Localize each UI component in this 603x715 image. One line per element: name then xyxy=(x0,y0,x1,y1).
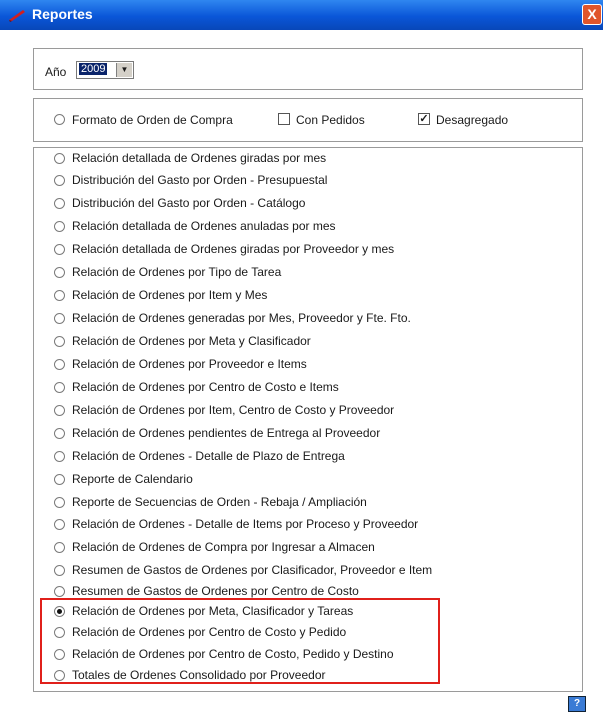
highlight-box xyxy=(40,598,440,684)
report-option-label: Relación de Ordenes pendientes de Entreg… xyxy=(72,426,381,440)
report-radio[interactable] xyxy=(54,198,65,209)
report-radio[interactable] xyxy=(54,497,65,508)
report-radio[interactable] xyxy=(54,175,65,186)
report-radio[interactable] xyxy=(54,267,65,278)
chevron-down-icon[interactable]: ▼ xyxy=(116,63,132,77)
report-radio[interactable] xyxy=(54,313,65,324)
report-radio[interactable] xyxy=(54,359,65,370)
year-label: Año xyxy=(45,65,67,79)
report-radio[interactable] xyxy=(54,542,65,553)
report-option-label: Distribución del Gasto por Orden - Presu… xyxy=(72,173,328,187)
report-option-label: Relación detallada de Ordenes giradas po… xyxy=(72,242,395,256)
report-option-label: Reporte de Secuencias de Orden - Rebaja … xyxy=(72,495,367,509)
report-radio[interactable] xyxy=(54,519,65,530)
year-select[interactable]: 2009 ▼ xyxy=(76,61,134,79)
report-option-label: Resumen de Gastos de Ordenes por Centro … xyxy=(72,584,359,598)
report-option-label: Relación de Ordenes por Proveedor e Item… xyxy=(72,357,307,371)
close-button[interactable]: X xyxy=(582,4,602,25)
report-option-label: Relación de Ordenes por Item, Centro de … xyxy=(72,403,395,417)
report-radio[interactable] xyxy=(54,405,65,416)
report-option-label: Reporte de Calendario xyxy=(72,472,193,486)
report-radio[interactable] xyxy=(54,221,65,232)
report-radio[interactable] xyxy=(54,428,65,439)
title-bar: Reportes X xyxy=(0,0,603,30)
report-radio[interactable] xyxy=(54,451,65,462)
report-radio[interactable] xyxy=(54,382,65,393)
con-pedidos-label: Con Pedidos xyxy=(296,113,365,127)
year-value: 2009 xyxy=(79,63,108,75)
desagregado-label: Desagregado xyxy=(436,113,509,127)
report-radio[interactable] xyxy=(54,244,65,255)
format-radio-label: Formato de Orden de Compra xyxy=(72,113,233,127)
report-option-label: Relación de Ordenes de Compra por Ingres… xyxy=(72,540,375,554)
report-option-label: Relación de Ordenes por Tipo de Tarea xyxy=(72,265,282,279)
report-option-label: Relación de Ordenes por Item y Mes xyxy=(72,288,268,302)
help-book-icon[interactable]: ? xyxy=(568,696,586,712)
report-option-label: Relación de Ordenes - Detalle de Plazo d… xyxy=(72,449,345,463)
report-option-label: Relación de Ordenes generadas por Mes, P… xyxy=(72,311,411,325)
report-radio[interactable] xyxy=(54,153,65,164)
report-option-label: Relación detallada de Ordenes anuladas p… xyxy=(72,219,336,233)
app-icon xyxy=(9,10,25,22)
con-pedidos-checkbox[interactable] xyxy=(278,113,290,125)
report-option-label: Relación de Ordenes - Detalle de Items p… xyxy=(72,517,419,531)
format-radio[interactable] xyxy=(54,114,65,125)
report-option-label: Relación detallada de Ordenes giradas po… xyxy=(72,151,327,165)
window-title: Reportes xyxy=(32,6,93,22)
report-radio[interactable] xyxy=(54,474,65,485)
report-option-label: Relación de Ordenes por Centro de Costo … xyxy=(72,380,339,394)
report-option-label: Relación de Ordenes por Meta y Clasifica… xyxy=(72,334,311,348)
report-radio[interactable] xyxy=(54,586,65,597)
report-option-label: Distribución del Gasto por Orden - Catál… xyxy=(72,196,306,210)
report-radio[interactable] xyxy=(54,336,65,347)
report-radio[interactable] xyxy=(54,565,65,576)
desagregado-checkbox[interactable]: ✓ xyxy=(418,113,430,125)
report-radio[interactable] xyxy=(54,290,65,301)
report-option-label: Resumen de Gastos de Ordenes por Clasifi… xyxy=(72,563,433,577)
